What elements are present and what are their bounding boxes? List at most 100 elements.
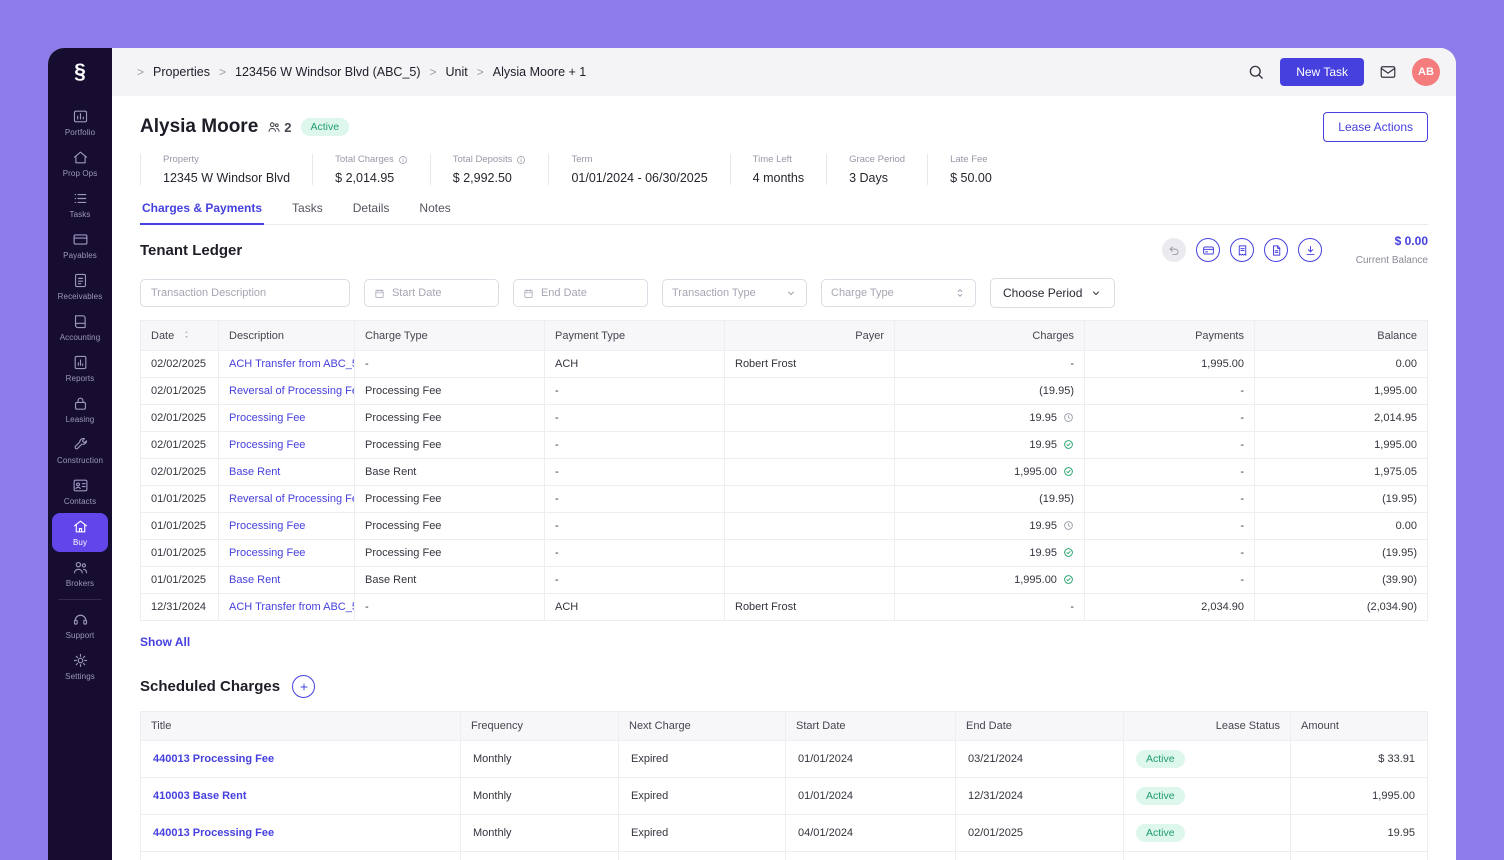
undo-button[interactable] (1162, 238, 1186, 262)
transaction-link[interactable]: Processing Fee (229, 520, 305, 532)
end-date-input[interactable] (541, 287, 638, 299)
search-button[interactable] (1247, 63, 1265, 81)
ledger-payments: - (1085, 567, 1255, 594)
transaction-link[interactable]: Base Rent (229, 574, 280, 586)
show-all-link[interactable]: Show All (140, 635, 190, 649)
ledger-charges: (19.95) (895, 486, 1085, 513)
stat-label: Grace Period (849, 154, 905, 165)
tab[interactable]: Tasks (290, 201, 325, 225)
breadcrumb-item[interactable]: Unit (446, 65, 468, 79)
sidebar-item-reports[interactable]: Reports (52, 349, 108, 388)
end-date-field[interactable] (513, 279, 648, 307)
scheduled-charge-link[interactable]: 410003 Base Rent (153, 790, 247, 802)
transaction-description-input[interactable] (140, 279, 350, 307)
ledger-payment-type: - (545, 459, 725, 486)
choose-period-button[interactable]: Choose Period (990, 278, 1115, 308)
stat-label: Late Fee (950, 154, 988, 165)
receivables-icon (72, 272, 89, 289)
ledger-column-header: Description (219, 321, 355, 351)
lease-actions-button[interactable]: Lease Actions (1323, 112, 1428, 142)
scheduled-next-charge: Expired (619, 815, 786, 852)
transaction-type-select[interactable]: Transaction Type (662, 279, 807, 307)
sidebar-item-settings[interactable]: Settings (52, 647, 108, 686)
charge-success-icon[interactable] (1063, 466, 1074, 477)
tab[interactable]: Details (351, 201, 392, 225)
ledger-charge-type: Base Rent (355, 567, 545, 594)
payment-card-button[interactable] (1196, 238, 1220, 262)
stat-label: Property (163, 154, 199, 165)
sidebar-item-receivables[interactable]: Receivables (52, 267, 108, 306)
current-balance-label: Current Balance (1342, 255, 1428, 266)
ledger-charge-type: Processing Fee (355, 378, 545, 405)
tab[interactable]: Notes (417, 201, 452, 225)
ledger-payment-type: - (545, 405, 725, 432)
sidebar-item-prop-ops[interactable]: Prop Ops (52, 144, 108, 183)
transaction-link[interactable]: Reversal of Processing Fee (229, 385, 355, 397)
transaction-link[interactable]: Processing Fee (229, 439, 305, 451)
accounting-icon (72, 313, 89, 330)
sidebar-item-portfolio[interactable]: Portfolio (52, 103, 108, 142)
receipt-button[interactable] (1230, 238, 1254, 262)
transaction-link[interactable]: ACH Transfer from ABC_5 (229, 601, 355, 613)
app-logo[interactable]: § (48, 48, 112, 96)
breadcrumb-item[interactable]: Alysia Moore + 1 (493, 65, 586, 79)
transaction-link[interactable]: ACH Transfer from ABC_5 (229, 358, 355, 370)
tasks-icon (72, 190, 89, 207)
scheduled-frequency: Monthly (461, 815, 619, 852)
scheduled-charge-link[interactable]: 440013 Processing Fee (153, 827, 274, 839)
add-scheduled-charge-button[interactable] (292, 675, 315, 698)
charge-pending-icon[interactable] (1063, 412, 1074, 423)
sidebar-item-label: Settings (65, 672, 95, 681)
charge-success-icon[interactable] (1063, 547, 1074, 558)
breadcrumb: > Properties > 123456 W Windsor Blvd (AB… (128, 65, 586, 79)
scheduled-charge-link[interactable]: 440013 Processing Fee (153, 753, 274, 765)
info-icon[interactable] (516, 155, 526, 165)
ledger-payment-type: - (545, 378, 725, 405)
sidebar-item-payables[interactable]: Payables (52, 226, 108, 265)
charge-success-icon[interactable] (1063, 439, 1074, 450)
occupancy-indicator: 2 (267, 120, 291, 135)
sidebar-item-contacts[interactable]: Contacts (52, 472, 108, 511)
start-date-field[interactable] (364, 279, 499, 307)
sidebar-item-buy[interactable]: Buy (52, 513, 108, 552)
portfolio-icon (72, 108, 89, 125)
charge-type-select[interactable]: Charge Type (821, 279, 976, 307)
reports-icon (72, 354, 89, 371)
new-task-button[interactable]: New Task (1280, 58, 1364, 86)
tab[interactable]: Charges & Payments (140, 201, 264, 225)
transaction-link[interactable]: Processing Fee (229, 547, 305, 559)
sidebar-item-label: Prop Ops (63, 169, 98, 178)
ledger-payments: - (1085, 405, 1255, 432)
ledger-row: 12/31/2024 ACH Transfer from ABC_5 - ACH… (141, 594, 1428, 621)
sidebar-item-label: Contacts (64, 497, 96, 506)
ledger-charges: 1,995.00 (895, 459, 1085, 486)
sidebar-item-brokers[interactable]: Brokers (52, 554, 108, 593)
avatar[interactable]: AB (1412, 58, 1440, 86)
desktop-background: § Portfolio (0, 0, 1504, 860)
sidebar-item-accounting[interactable]: Accounting (52, 308, 108, 347)
sort-icon[interactable] (181, 329, 192, 340)
lease-status-badge: Active (1136, 787, 1185, 805)
ledger-charges: 19.95 (895, 513, 1085, 540)
support-icon (72, 611, 89, 628)
breadcrumb-item[interactable]: 123456 W Windsor Blvd (ABC_5) (235, 65, 421, 79)
statement-button[interactable] (1264, 238, 1288, 262)
scheduled-column-header: Amount (1291, 712, 1428, 741)
info-icon[interactable] (398, 155, 408, 165)
scheduled-frequency: Monthly (461, 741, 619, 778)
calendar-icon (523, 287, 534, 300)
transaction-link[interactable]: Processing Fee (229, 412, 305, 424)
sidebar-item-tasks[interactable]: Tasks (52, 185, 108, 224)
download-button[interactable] (1298, 238, 1322, 262)
ledger-row: 01/01/2025 Reversal of Processing Fee Pr… (141, 486, 1428, 513)
transaction-link[interactable]: Reversal of Processing Fee (229, 493, 355, 505)
sidebar-item-support[interactable]: Support (52, 606, 108, 645)
breadcrumb-item[interactable]: Properties (153, 65, 210, 79)
start-date-input[interactable] (392, 287, 489, 299)
mail-button[interactable] (1379, 63, 1397, 81)
transaction-link[interactable]: Base Rent (229, 466, 280, 478)
sidebar-item-construction[interactable]: Construction (52, 431, 108, 470)
charge-success-icon[interactable] (1063, 574, 1074, 585)
charge-pending-icon[interactable] (1063, 520, 1074, 531)
sidebar-item-leasing[interactable]: Leasing (52, 390, 108, 429)
